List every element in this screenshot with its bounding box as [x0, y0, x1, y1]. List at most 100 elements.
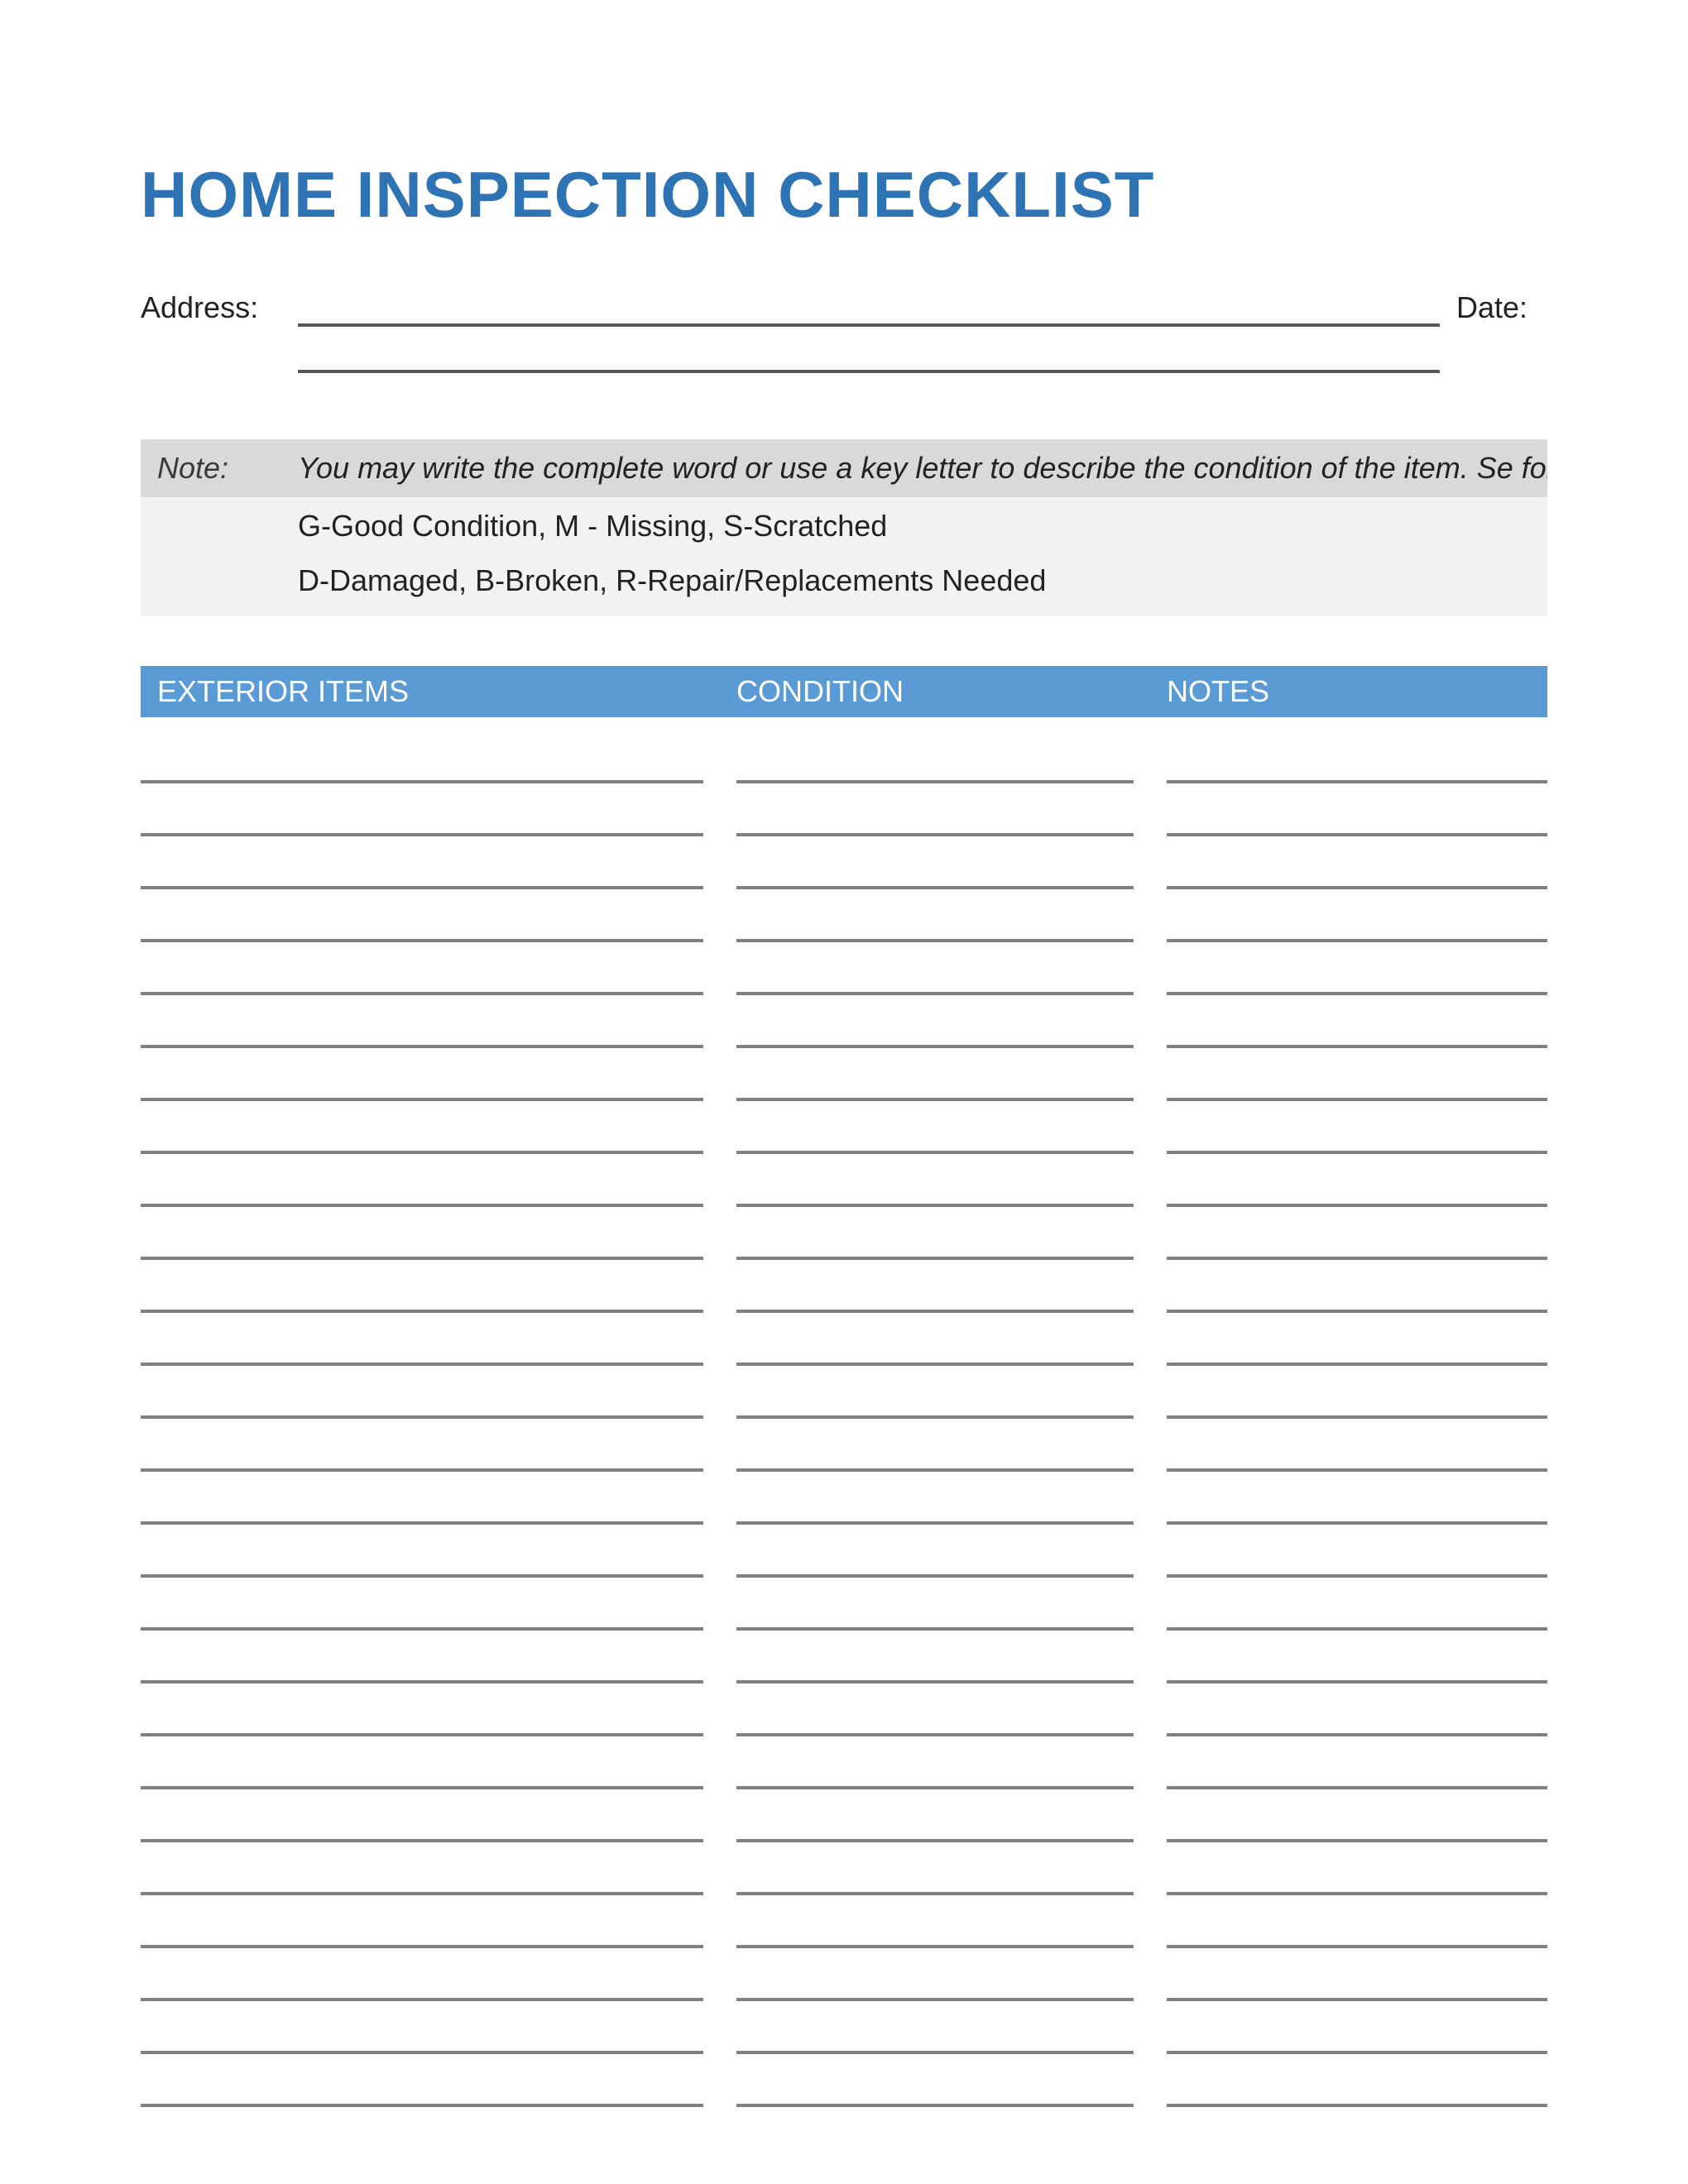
notes-cell[interactable] [1167, 1174, 1547, 1207]
notes-cell[interactable] [1167, 1545, 1547, 1578]
item-cell[interactable] [141, 1809, 703, 1842]
notes-cell[interactable] [1167, 1280, 1547, 1313]
notes-cell[interactable] [1167, 1703, 1547, 1736]
notes-cell[interactable] [1167, 1121, 1547, 1154]
table-row [141, 1439, 1547, 1472]
notes-cell[interactable] [1167, 1915, 1547, 1948]
notes-cell[interactable] [1167, 909, 1547, 942]
table-row [141, 1227, 1547, 1260]
condition-cell[interactable] [736, 1968, 1134, 2001]
condition-cell[interactable] [736, 1545, 1134, 1578]
item-cell[interactable] [141, 1915, 703, 1948]
notes-cell[interactable] [1167, 1439, 1547, 1472]
notes-cell[interactable] [1167, 1386, 1547, 1419]
note-legend-2: D-Damaged, B-Broken, R-Repair/Replacemen… [141, 555, 1547, 616]
item-cell[interactable] [141, 803, 703, 836]
condition-cell[interactable] [736, 856, 1134, 889]
item-cell[interactable] [141, 1545, 703, 1578]
condition-cell[interactable] [736, 1703, 1134, 1736]
address-date-row: Address: Date: [141, 290, 1547, 327]
condition-cell[interactable] [736, 962, 1134, 995]
condition-cell[interactable] [736, 1015, 1134, 1048]
notes-cell[interactable] [1167, 750, 1547, 783]
item-cell[interactable] [141, 1015, 703, 1048]
condition-cell[interactable] [736, 2074, 1134, 2107]
item-cell[interactable] [141, 1121, 703, 1154]
item-cell[interactable] [141, 1333, 703, 1366]
item-cell[interactable] [141, 1439, 703, 1472]
item-cell[interactable] [141, 1492, 703, 1525]
item-cell[interactable] [141, 2021, 703, 2054]
notes-cell[interactable] [1167, 1333, 1547, 1366]
notes-cell[interactable] [1167, 1862, 1547, 1895]
item-cell[interactable] [141, 1597, 703, 1631]
notes-cell[interactable] [1167, 856, 1547, 889]
condition-cell[interactable] [736, 1597, 1134, 1631]
note-label: Note: [157, 451, 298, 486]
condition-cell[interactable] [736, 1333, 1134, 1366]
item-cell[interactable] [141, 1386, 703, 1419]
notes-cell[interactable] [1167, 2074, 1547, 2107]
table-row [141, 1386, 1547, 1419]
table-row [141, 1545, 1547, 1578]
item-cell[interactable] [141, 1703, 703, 1736]
condition-cell[interactable] [736, 1174, 1134, 1207]
address-line-1[interactable] [298, 290, 1440, 327]
notes-cell[interactable] [1167, 2021, 1547, 2054]
item-cell[interactable] [141, 962, 703, 995]
item-cell[interactable] [141, 1968, 703, 2001]
notes-cell[interactable] [1167, 1756, 1547, 1789]
col-header-condition: CONDITION [736, 674, 1167, 709]
notes-cell[interactable] [1167, 1650, 1547, 1684]
notes-cell[interactable] [1167, 1597, 1547, 1631]
notes-cell[interactable] [1167, 1227, 1547, 1260]
condition-cell[interactable] [736, 909, 1134, 942]
condition-cell[interactable] [736, 2021, 1134, 2054]
item-cell[interactable] [141, 909, 703, 942]
condition-cell[interactable] [736, 750, 1134, 783]
table-row [141, 856, 1547, 889]
table-row [141, 750, 1547, 783]
item-cell[interactable] [141, 1756, 703, 1789]
item-cell[interactable] [141, 2074, 703, 2107]
notes-cell[interactable] [1167, 803, 1547, 836]
notes-cell[interactable] [1167, 1968, 1547, 2001]
table-row [141, 1280, 1547, 1313]
address-row-2 [141, 337, 1547, 373]
item-cell[interactable] [141, 856, 703, 889]
condition-cell[interactable] [736, 1227, 1134, 1260]
item-cell[interactable] [141, 1174, 703, 1207]
condition-cell[interactable] [736, 1492, 1134, 1525]
condition-cell[interactable] [736, 1756, 1134, 1789]
table-row [141, 1068, 1547, 1101]
notes-cell[interactable] [1167, 1492, 1547, 1525]
condition-cell[interactable] [736, 1862, 1134, 1895]
condition-cell[interactable] [736, 803, 1134, 836]
notes-cell[interactable] [1167, 962, 1547, 995]
notes-cell[interactable] [1167, 1015, 1547, 1048]
table-row [141, 1809, 1547, 1842]
item-cell[interactable] [141, 750, 703, 783]
condition-cell[interactable] [736, 1280, 1134, 1313]
item-cell[interactable] [141, 1862, 703, 1895]
item-cell[interactable] [141, 1227, 703, 1260]
item-cell[interactable] [141, 1068, 703, 1101]
table-row [141, 1915, 1547, 1948]
table-row [141, 1968, 1547, 2001]
col-header-notes: NOTES [1167, 674, 1531, 709]
item-cell[interactable] [141, 1650, 703, 1684]
table-row [141, 1703, 1547, 1736]
condition-cell[interactable] [736, 1650, 1134, 1684]
notes-cell[interactable] [1167, 1068, 1547, 1101]
notes-cell[interactable] [1167, 1809, 1547, 1842]
condition-cell[interactable] [736, 1439, 1134, 1472]
condition-cell[interactable] [736, 1915, 1134, 1948]
condition-cell[interactable] [736, 1121, 1134, 1154]
spacer [1440, 337, 1547, 373]
condition-cell[interactable] [736, 1386, 1134, 1419]
condition-cell[interactable] [736, 1809, 1134, 1842]
address-line-2[interactable] [298, 337, 1440, 373]
condition-cell[interactable] [736, 1068, 1134, 1101]
item-cell[interactable] [141, 1280, 703, 1313]
table-row [141, 803, 1547, 836]
